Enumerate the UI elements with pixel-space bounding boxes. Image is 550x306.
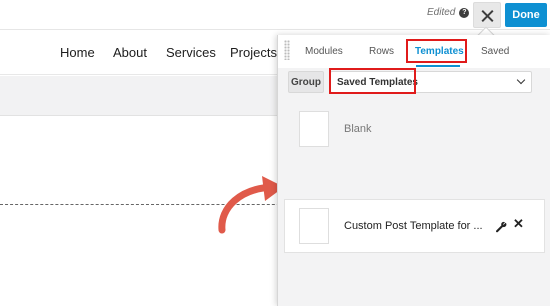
group-button[interactable]: Group [288, 71, 324, 93]
nav-item-about[interactable]: About [113, 45, 147, 60]
template-item-custom-post[interactable]: Custom Post Template for ... ✕ [284, 199, 545, 253]
tab-saved[interactable]: Saved [481, 46, 509, 57]
drag-handle-icon[interactable] [284, 40, 290, 60]
template-label: Blank [344, 123, 372, 135]
x-icon[interactable]: ✕ [513, 216, 524, 232]
chevron-down-icon [516, 75, 526, 85]
tab-rows[interactable]: Rows [369, 46, 394, 57]
highlight-box-templates [406, 39, 467, 63]
highlight-box-saved-templates [329, 68, 416, 94]
builder-top-bar: Edited ? Done [0, 0, 550, 30]
active-tab-indicator [416, 65, 460, 67]
templates-list-area: Group Saved Templates Blank Custom Post … [278, 68, 550, 306]
done-button[interactable]: Done [505, 3, 547, 27]
content-panel: Modules Rows Templates Saved Group Saved… [277, 35, 550, 306]
template-thumbnail [299, 111, 329, 147]
tab-modules[interactable]: Modules [305, 46, 343, 57]
close-icon[interactable] [473, 2, 501, 28]
wrench-icon[interactable] [495, 221, 507, 233]
nav-item-home[interactable]: Home [60, 45, 95, 60]
nav-item-projects[interactable]: Projects [230, 45, 277, 60]
template-thumbnail [299, 208, 329, 244]
nav-item-services[interactable]: Services [166, 45, 216, 60]
template-row: Custom Post Template for ... [299, 208, 483, 244]
edited-status[interactable]: Edited ? [427, 7, 470, 18]
panel-tabs: Modules Rows Templates Saved [278, 35, 550, 68]
template-item-blank[interactable]: Blank [299, 111, 372, 147]
question-circle-icon[interactable]: ? [459, 7, 470, 18]
template-label: Custom Post Template for ... [344, 220, 483, 232]
edited-label: Edited [427, 7, 456, 18]
